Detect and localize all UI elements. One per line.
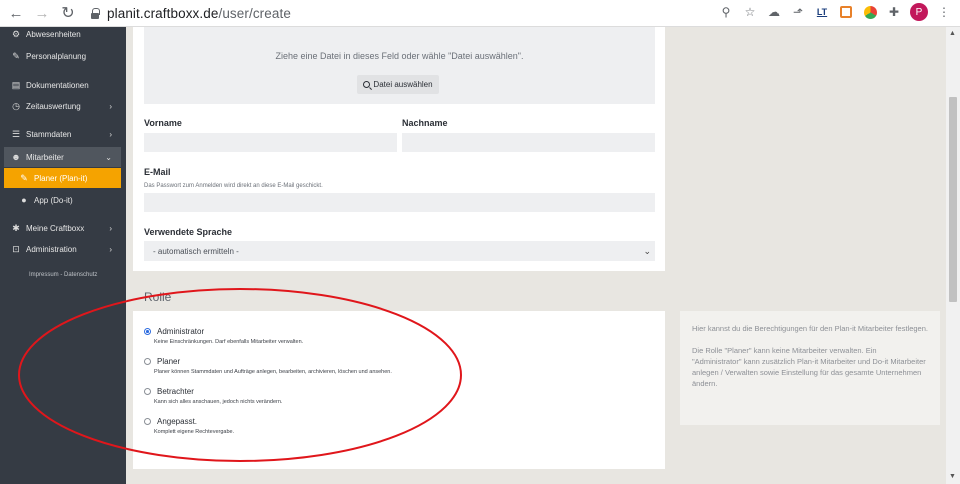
address-bar[interactable]: planit.craftboxx.de/user/create — [107, 6, 291, 21]
gear-icon: ✱ — [12, 222, 20, 233]
role-option-label: Administrator — [157, 327, 205, 336]
radio-unchecked[interactable] — [144, 388, 151, 395]
role-option-administrator[interactable]: Administrator — [144, 327, 204, 336]
lastname-label: Nachname — [402, 118, 448, 128]
scroll-up-arrow-icon[interactable]: ▲ — [949, 30, 956, 37]
role-info-text: Hier kannst du die Berechtigungen für de… — [692, 324, 928, 333]
email-input[interactable] — [144, 193, 655, 212]
forward-arrow-icon[interactable]: → — [31, 2, 53, 24]
scroll-down-arrow-icon[interactable]: ▼ — [949, 473, 956, 480]
url-host: planit.craftboxx.de — [107, 5, 219, 21]
role-option-label: Betrachter — [157, 387, 194, 396]
lastname-input[interactable] — [402, 133, 655, 152]
email-label: E-Mail — [144, 167, 171, 177]
sidebar-item-mitarbeiter[interactable]: ☻ Mitarbeiter ⌄ — [4, 147, 121, 167]
role-info-box: Hier kannst du die Berechtigungen für de… — [680, 311, 940, 425]
sidebar-item-abwesenheiten[interactable]: ⚙ Abwesenheiten — [0, 24, 126, 44]
reload-icon[interactable]: ↻ — [57, 2, 79, 24]
profile-avatar[interactable]: P — [910, 3, 928, 21]
sidebar-item-administration[interactable]: ⊡ Administration › — [0, 239, 126, 259]
url-path: /user/create — [218, 5, 291, 21]
sidebar-item-label: Personalplanung — [26, 51, 87, 61]
chevron-down-icon: ⌄ — [105, 152, 112, 162]
chevron-right-icon: › — [109, 101, 112, 111]
radio-unchecked[interactable] — [144, 358, 151, 365]
sidebar-item-label: Administration — [26, 244, 77, 254]
file-select-label: Datei auswählen — [373, 80, 433, 89]
users-icon: ☻ — [11, 152, 21, 162]
role-option-desc: Keine Einschränkungen. Darf ebenfalls Mi… — [154, 339, 304, 345]
database-icon: ☰ — [11, 128, 21, 139]
dropzone-text: Ziehe eine Datei in dieses Feld oder wäh… — [275, 51, 524, 61]
role-card — [133, 311, 665, 469]
sidebar-item-zeitauswertung[interactable]: ◷ Zeitauswertung › — [0, 96, 126, 116]
sidebar-item-meine-craftboxx[interactable]: ✱ Meine Craftboxx › — [0, 218, 126, 238]
sidebar-item-label: Dokumentationen — [26, 80, 89, 90]
file-dropzone[interactable]: Ziehe eine Datei in dieses Feld oder wäh… — [144, 27, 655, 104]
radio-unchecked[interactable] — [144, 418, 151, 425]
language-label: Verwendete Sprache — [144, 227, 233, 237]
browser-toolbar: ← → ↻ planit.craftboxx.de/user/create ⚲ … — [0, 0, 960, 27]
radio-checked[interactable] — [144, 328, 151, 335]
sidebar-item-planer[interactable]: ✎ Planer (Plan-it) — [4, 168, 121, 188]
extension-calendar-icon[interactable] — [838, 4, 854, 20]
extensions-puzzle-icon[interactable]: ✚ — [886, 4, 902, 20]
footer-links[interactable]: Impressum - Datenschutz — [29, 272, 97, 278]
role-section-title: Rolle — [144, 290, 172, 304]
search-icon — [363, 81, 371, 88]
extension-lt-icon[interactable]: LT — [814, 4, 830, 20]
sidebar: ⚙ Abwesenheiten ✎ Personalplanung ▤ Doku… — [0, 27, 126, 484]
sidebar-item-label: App (Do-it) — [34, 195, 73, 205]
clock-icon: ◷ — [12, 100, 20, 111]
sidebar-item-label: Zeitauswertung — [26, 101, 81, 111]
role-option-label: Angepasst. — [157, 417, 198, 426]
sidebar-item-label: Stammdaten — [26, 129, 72, 139]
sidebar-item-label: Planer (Plan-it) — [34, 173, 88, 183]
language-select-value: - automatisch ermitteln - — [153, 246, 239, 256]
role-option-desc: Kann sich alles anschauen, jedoch nichts… — [154, 399, 283, 405]
sidebar-item-dokumentationen[interactable]: ▤ Dokumentationen — [0, 75, 126, 95]
sidebar-item-label: Meine Craftboxx — [26, 223, 85, 233]
chevron-right-icon: › — [109, 223, 112, 233]
firstname-input[interactable] — [144, 133, 397, 152]
user-edit-icon: ✎ — [20, 172, 28, 183]
role-option-desc: Planer können Stammdaten und Aufträge an… — [154, 369, 392, 375]
role-option-label: Planer — [157, 357, 181, 366]
sidebar-item-label: Abwesenheiten — [26, 29, 81, 39]
firstname-label: Vorname — [144, 118, 182, 128]
page-scrollbar[interactable]: ▲ ▼ — [946, 27, 960, 484]
role-info-text: Die Rolle "Planer" kann keine Mitarbeite… — [692, 346, 926, 388]
language-select[interactable]: - automatisch ermitteln - ⌄ — [144, 241, 655, 261]
scrollbar-thumb[interactable] — [949, 97, 957, 302]
sidebar-item-stammdaten[interactable]: ☰ Stammdaten › — [0, 124, 126, 144]
chevron-right-icon: › — [109, 129, 112, 139]
extension-chrome-icon[interactable] — [862, 4, 878, 20]
extension-arrow-icon[interactable]: ⬏ — [790, 4, 806, 20]
file-select-button[interactable]: Datei auswählen — [357, 75, 439, 94]
sidebar-item-label: Mitarbeiter — [26, 152, 64, 162]
back-arrow-icon[interactable]: ← — [5, 2, 27, 24]
users-cog-icon: ⚙ — [11, 28, 21, 39]
chevron-right-icon: › — [109, 244, 112, 254]
user-icon: ● — [21, 195, 27, 205]
role-option-desc: Komplett eigene Rechtevergabe. — [154, 429, 235, 435]
email-hint: Das Passwort zum Anmelden wird direkt an… — [144, 183, 323, 189]
role-option-planer[interactable]: Planer — [144, 357, 180, 366]
document-icon: ▤ — [11, 79, 21, 90]
zoom-icon[interactable]: ⚲ — [718, 4, 734, 20]
sidebar-item-personalplanung[interactable]: ✎ Personalplanung — [0, 46, 126, 66]
bookmark-star-icon[interactable]: ☆ — [742, 4, 758, 20]
unlock-icon: ⊡ — [12, 243, 20, 254]
role-option-betrachter[interactable]: Betrachter — [144, 387, 194, 396]
menu-kebab-icon[interactable]: ⋮ — [936, 4, 952, 20]
extension-cloud-icon[interactable]: ☁ — [766, 4, 782, 20]
role-option-angepasst[interactable]: Angepasst. — [144, 417, 197, 426]
sidebar-item-app[interactable]: ● App (Do-it) — [0, 190, 126, 210]
lock-icon[interactable] — [91, 7, 101, 19]
chevron-down-icon: ⌄ — [643, 245, 651, 256]
user-edit-icon: ✎ — [12, 50, 20, 61]
